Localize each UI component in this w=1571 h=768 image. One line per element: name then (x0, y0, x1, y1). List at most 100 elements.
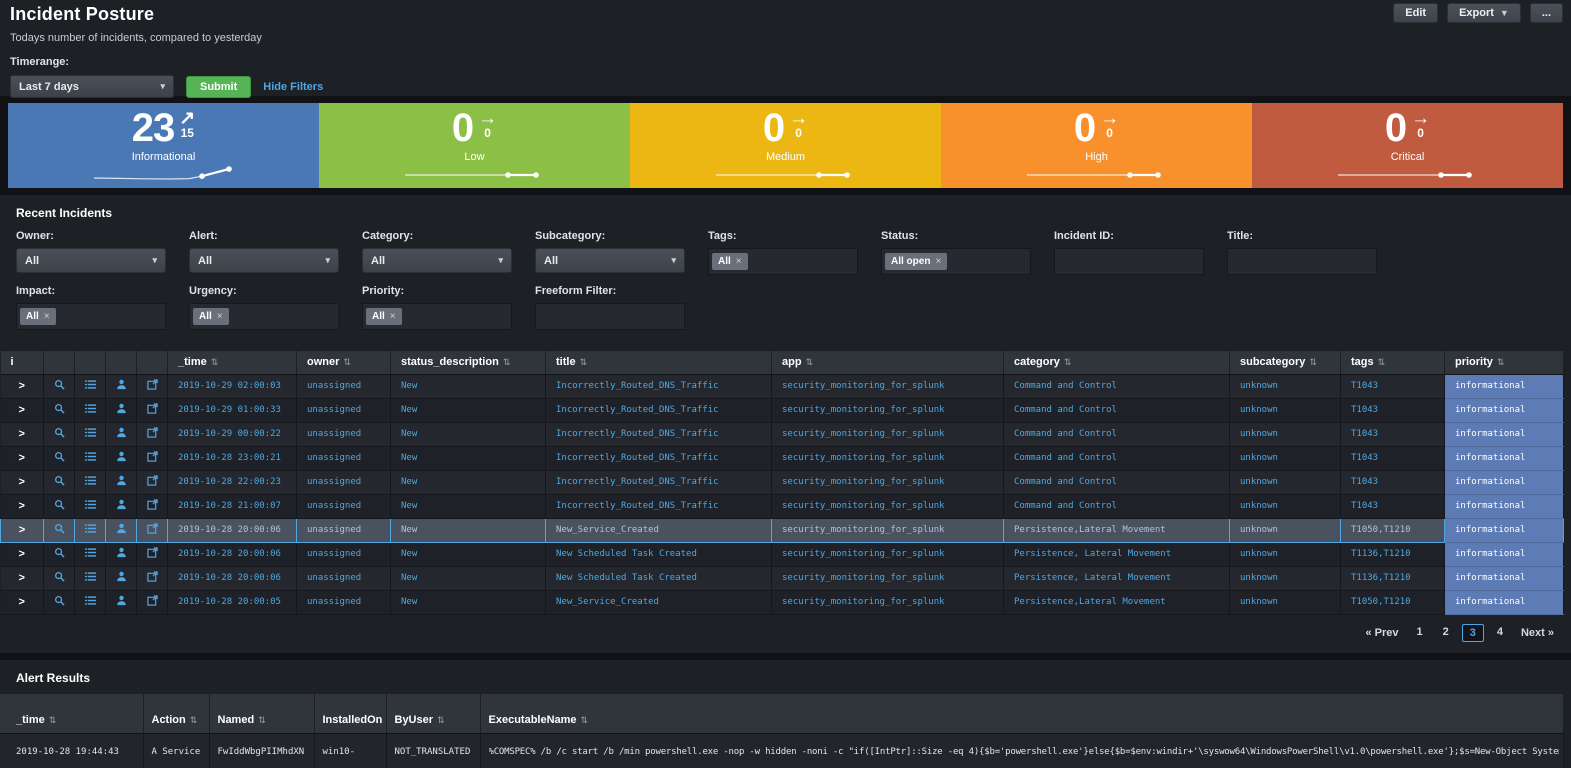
cell-priority[interactable]: informational (1445, 494, 1564, 518)
column-header-app[interactable]: app⇅ (772, 351, 1004, 374)
cell-subcategory[interactable]: unknown (1230, 446, 1341, 470)
table-row[interactable]: > 2019-10-28 20:00:06 unassigned New New… (1, 566, 1564, 590)
remove-chip-icon[interactable]: × (736, 256, 742, 267)
expand-row-button[interactable]: > (1, 374, 44, 398)
cell-tags[interactable]: T1050,T1210 (1341, 518, 1445, 542)
details-action-button[interactable] (75, 422, 106, 446)
cell-time[interactable]: 2019-10-29 01:00:33 (168, 398, 297, 422)
search-action-button[interactable] (44, 470, 75, 494)
cell-category[interactable]: Persistence, Lateral Movement (1004, 566, 1230, 590)
expand-row-button[interactable]: > (1, 422, 44, 446)
search-action-button[interactable] (44, 374, 75, 398)
filter-text-input[interactable] (1054, 248, 1204, 275)
cell-app[interactable]: security_monitoring_for_splunk (772, 566, 1004, 590)
filter-chip[interactable]: All× (712, 253, 748, 270)
filter-select[interactable]: All▾ (16, 248, 166, 273)
assign-action-button[interactable] (106, 518, 137, 542)
search-action-button[interactable] (44, 446, 75, 470)
table-row[interactable]: > 2019-10-28 22:00:23 unassigned New Inc… (1, 470, 1564, 494)
cell-category[interactable]: Persistence,Lateral Movement (1004, 518, 1230, 542)
cell-tags[interactable]: T1043 (1341, 374, 1445, 398)
open-link-action-button[interactable] (137, 542, 168, 566)
filter-token-input[interactable]: All× (189, 303, 339, 330)
edit-button[interactable]: Edit (1393, 3, 1438, 23)
cell-tags[interactable]: T1043 (1341, 422, 1445, 446)
prev-page-button[interactable]: « Prev (1360, 625, 1403, 641)
page-button-3[interactable]: 3 (1462, 624, 1484, 642)
cell-owner[interactable]: unassigned (297, 398, 391, 422)
expand-row-button[interactable]: > (1, 542, 44, 566)
page-button-1[interactable]: 1 (1409, 624, 1429, 642)
cell-app[interactable]: security_monitoring_for_splunk (772, 374, 1004, 398)
cell-time[interactable]: 2019-10-28 20:00:05 (168, 590, 297, 614)
expand-row-button[interactable]: > (1, 590, 44, 614)
column-header-subcategory[interactable]: subcategory⇅ (1230, 351, 1341, 374)
cell-status-description[interactable]: New (391, 374, 546, 398)
cell-status-description[interactable]: New (391, 470, 546, 494)
expand-row-button[interactable]: > (1, 470, 44, 494)
cell-time[interactable]: 2019-10-28 21:00:07 (168, 494, 297, 518)
search-action-button[interactable] (44, 518, 75, 542)
cell-owner[interactable]: unassigned (297, 374, 391, 398)
export-button[interactable]: Export▼ (1447, 3, 1521, 23)
open-link-action-button[interactable] (137, 374, 168, 398)
next-page-button[interactable]: Next » (1516, 625, 1559, 641)
expand-row-button[interactable]: > (1, 566, 44, 590)
cell-category[interactable]: Persistence,Lateral Movement (1004, 590, 1230, 614)
cell-priority[interactable]: informational (1445, 374, 1564, 398)
remove-chip-icon[interactable]: × (390, 311, 396, 322)
cell-subcategory[interactable]: unknown (1230, 470, 1341, 494)
expand-row-button[interactable]: > (1, 398, 44, 422)
cell-status-description[interactable]: New (391, 542, 546, 566)
open-link-action-button[interactable] (137, 494, 168, 518)
cell-priority[interactable]: informational (1445, 566, 1564, 590)
remove-chip-icon[interactable]: × (935, 256, 941, 267)
cell-subcategory[interactable]: unknown (1230, 494, 1341, 518)
cell-title[interactable]: Incorrectly_Routed_DNS_Traffic (546, 374, 772, 398)
cell-tags[interactable]: T1043 (1341, 398, 1445, 422)
assign-action-button[interactable] (106, 470, 137, 494)
cell-subcategory[interactable]: unknown (1230, 542, 1341, 566)
column-header-priority[interactable]: priority⇅ (1445, 351, 1564, 374)
cell-time[interactable]: 2019-10-28 20:00:06 (168, 518, 297, 542)
filter-token-input[interactable]: All× (16, 303, 166, 330)
page-button-2[interactable]: 2 (1436, 624, 1456, 642)
cell-app[interactable]: security_monitoring_for_splunk (772, 494, 1004, 518)
cell-app[interactable]: security_monitoring_for_splunk (772, 422, 1004, 446)
table-row[interactable]: > 2019-10-28 21:00:07 unassigned New Inc… (1, 494, 1564, 518)
remove-chip-icon[interactable]: × (44, 311, 50, 322)
assign-action-button[interactable] (106, 446, 137, 470)
alert-column-header-named[interactable]: Named⇅ (209, 694, 314, 734)
cell-status-description[interactable]: New (391, 422, 546, 446)
alert-column-header-installedon[interactable]: InstalledOn⇅ (314, 694, 386, 734)
filter-chip[interactable]: All× (20, 308, 56, 325)
cell-tags[interactable]: T1043 (1341, 446, 1445, 470)
cell-title[interactable]: Incorrectly_Routed_DNS_Traffic (546, 446, 772, 470)
cell-owner[interactable]: unassigned (297, 518, 391, 542)
cell-title[interactable]: Incorrectly_Routed_DNS_Traffic (546, 422, 772, 446)
hide-filters-link[interactable]: Hide Filters (263, 81, 323, 93)
cell-title[interactable]: New_Service_Created (546, 518, 772, 542)
assign-action-button[interactable] (106, 422, 137, 446)
table-row-selected[interactable]: > 2019-10-28 20:00:06 unassigned New New… (1, 518, 1564, 542)
cell-app[interactable]: security_monitoring_for_splunk (772, 446, 1004, 470)
column-header-status_description[interactable]: status_description⇅ (391, 351, 546, 374)
cell-priority[interactable]: informational (1445, 422, 1564, 446)
expand-row-button[interactable]: > (1, 494, 44, 518)
alert-column-header-_time[interactable]: _time⇅ (0, 694, 143, 734)
cell-owner[interactable]: unassigned (297, 446, 391, 470)
cell-category[interactable]: Command and Control (1004, 470, 1230, 494)
table-row[interactable]: > 2019-10-29 02:00:03 unassigned New Inc… (1, 374, 1564, 398)
remove-chip-icon[interactable]: × (217, 311, 223, 322)
open-link-action-button[interactable] (137, 446, 168, 470)
open-link-action-button[interactable] (137, 422, 168, 446)
cell-priority[interactable]: informational (1445, 398, 1564, 422)
cell-owner[interactable]: unassigned (297, 470, 391, 494)
cell-category[interactable]: Command and Control (1004, 446, 1230, 470)
cell-tags[interactable]: T1136,T1210 (1341, 566, 1445, 590)
cell-time[interactable]: 2019-10-29 02:00:03 (168, 374, 297, 398)
column-header-owner[interactable]: owner⇅ (297, 351, 391, 374)
cell-category[interactable]: Command and Control (1004, 422, 1230, 446)
kpi-card-high[interactable]: 0 → 0 High (941, 103, 1252, 188)
details-action-button[interactable] (75, 470, 106, 494)
